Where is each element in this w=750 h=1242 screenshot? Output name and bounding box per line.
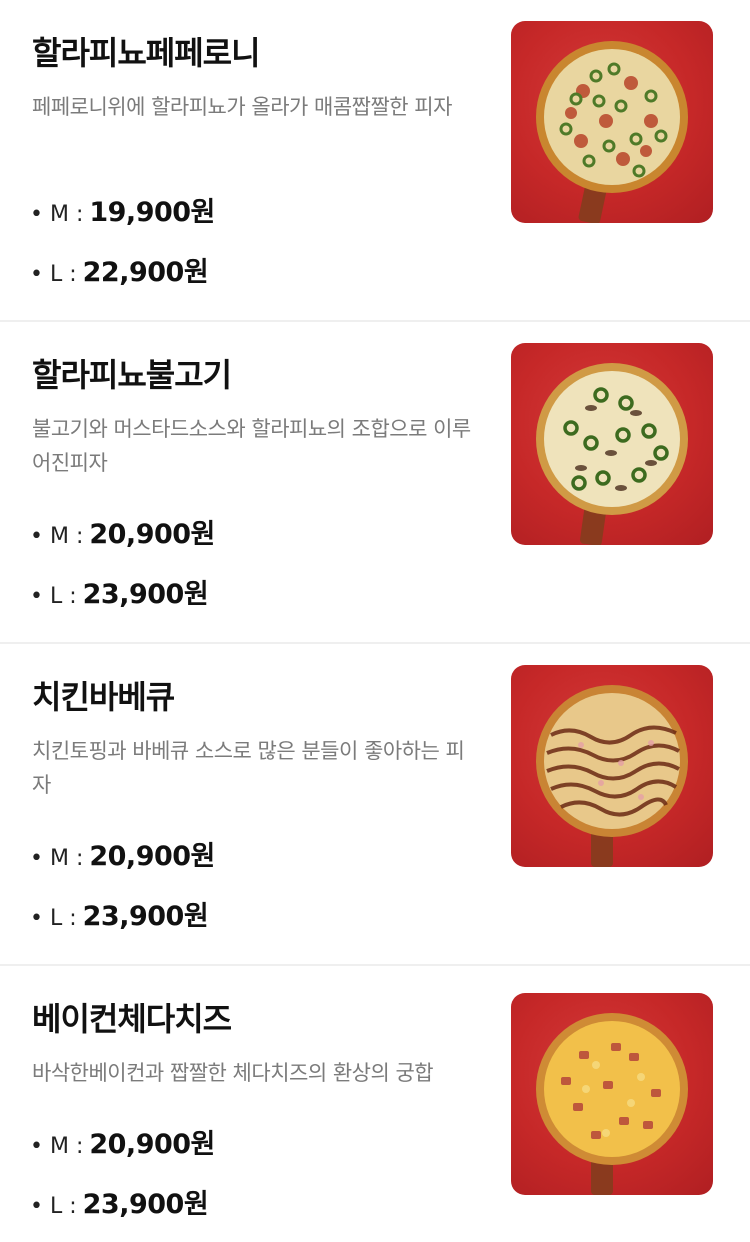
menu-item-description: 치킨토핑과 바베큐 소스로 많은 분들이 좋아하는 피자: [32, 739, 465, 797]
menu-item-name: 베이컨체다치즈: [32, 1000, 232, 1038]
price-row-large: • L : 23,900원: [30, 572, 209, 611]
menu-item-name: 할라피뇨페페로니: [32, 34, 261, 72]
price-value: 19,900원: [89, 197, 215, 228]
size-label: • M :: [30, 846, 84, 871]
menu-item-jalapeno-pepperoni[interactable]: 할라피뇨페페로니 페페로니위에 할라피뇨가 올라가 매콤짭짤한 피자 • M :…: [0, 0, 750, 322]
chicken-bbq-pizza-photo[interactable]: [511, 665, 713, 867]
jalapeno-bulgogi-pizza-photo[interactable]: [511, 343, 713, 545]
price-row-large: • L : 23,900원: [30, 1182, 209, 1221]
price-value: 20,900원: [89, 1129, 215, 1160]
size-label: • L :: [30, 262, 77, 287]
price-row-medium: • M : 20,900원: [30, 1122, 215, 1161]
price-row-medium: • M : 20,900원: [30, 512, 215, 551]
size-label: • L :: [30, 584, 77, 609]
menu-item-name: 할라피뇨불고기: [32, 356, 232, 394]
price-row-medium: • M : 19,900원: [30, 190, 215, 229]
menu-item-name: 치킨바베큐: [32, 678, 175, 716]
price-value: 23,900원: [82, 579, 209, 610]
bacon-cheddar-pizza-photo[interactable]: [511, 993, 713, 1195]
price-value: 22,900원: [82, 257, 209, 288]
menu-item-jalapeno-bulgogi[interactable]: 할라피뇨불고기 불고기와 머스타드소스와 할라피뇨의 조합으로 이루어진피자 •…: [0, 322, 750, 644]
price-value: 23,900원: [82, 901, 209, 932]
jalapeno-pepperoni-pizza-photo[interactable]: [511, 21, 713, 223]
pizza-menu-list: 할라피뇨페페로니 페페로니위에 할라피뇨가 올라가 매콤짭짤한 피자 • M :…: [0, 0, 750, 1242]
price-value: 20,900원: [89, 841, 215, 872]
menu-item-chicken-bbq[interactable]: 치킨바베큐 치킨토핑과 바베큐 소스로 많은 분들이 좋아하는 피자 • M :…: [0, 644, 750, 966]
menu-item-description: 페페로니위에 할라피뇨가 올라가 매콤짭짤한 피자: [32, 95, 452, 119]
size-label: • M :: [30, 524, 84, 549]
size-label: • M :: [30, 1134, 84, 1159]
price-row-large: • L : 23,900원: [30, 894, 209, 933]
price-value: 20,900원: [89, 519, 215, 550]
menu-item-description: 바삭한베이컨과 짭짤한 체다치즈의 환상의 궁합: [32, 1061, 434, 1085]
price-row-medium: • M : 20,900원: [30, 834, 215, 873]
size-label: • M :: [30, 202, 84, 227]
size-label: • L :: [30, 906, 77, 931]
menu-item-description: 불고기와 머스타드소스와 할라피뇨의 조합으로 이루어진피자: [32, 417, 471, 475]
menu-item-bacon-cheddar[interactable]: 베이컨체다치즈 바삭한베이컨과 짭짤한 체다치즈의 환상의 궁합 • M : 2…: [0, 966, 750, 1242]
size-label: • L :: [30, 1194, 77, 1219]
price-row-large: • L : 22,900원: [30, 250, 209, 289]
price-value: 23,900원: [82, 1189, 209, 1220]
